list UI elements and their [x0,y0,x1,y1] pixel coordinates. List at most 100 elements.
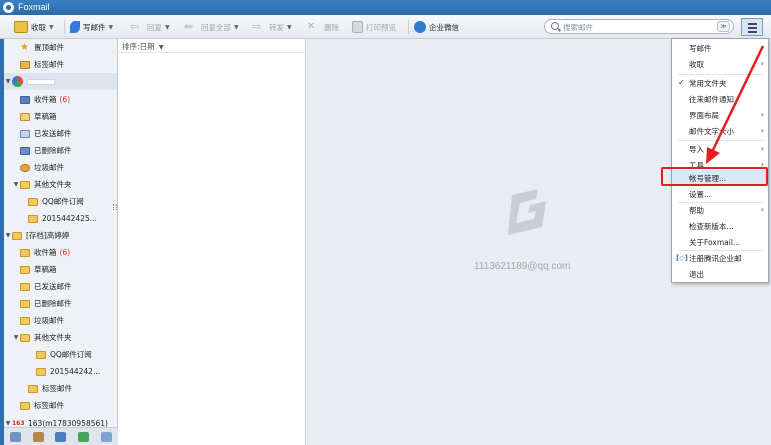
reply-label: 回复 [147,22,162,32]
menu-item-label: 收取 [689,59,704,69]
foxmail-watermark-icon [508,189,546,235]
folder-icon [20,333,30,342]
search-icon [551,22,559,30]
sidebar-item-tagged[interactable]: 标签邮件 [4,56,117,73]
sidebar-item-label: 标签邮件 [34,401,64,410]
chevron-right-icon: › [760,126,764,135]
sidebar-item-archive-spam[interactable]: 垃圾邮件 [4,312,117,329]
feed-icon[interactable] [101,431,113,442]
expand-icon[interactable]: ▼ [4,78,12,85]
sidebar-item-deleted[interactable]: 已删除邮件 [4,142,117,159]
window-title: Foxmail [18,2,50,12]
calendar-icon[interactable] [55,431,67,442]
compose-label: 写邮件 [83,22,106,32]
trash-icon [20,146,30,155]
sidebar-item-archive-tagged[interactable]: 标签邮件 [4,380,117,397]
reply-all-icon: ⇚ [184,20,194,33]
reply-button[interactable]: ⇦ 回复 ▼ [130,19,170,35]
main-menu-button[interactable] [741,18,763,36]
expand-icon[interactable]: ▼ [12,334,20,341]
folder-icon [28,197,38,206]
menu-item-help[interactable]: 帮助 › [672,202,768,218]
sidebar-item-163-account[interactable]: ▼ 163 163(m17830958561) [4,415,117,427]
menu-item-compose[interactable]: 写邮件 › [672,40,768,56]
search-input[interactable]: 搜索邮件 [563,22,593,33]
sidebar-item-pinned[interactable]: ★ 置顶邮件 [4,39,117,56]
delete-button[interactable]: ✕ 删除 [307,19,339,35]
sidebar-item-archive-qq-subscription[interactable]: QQ邮件订阅 [4,346,117,363]
annotation-highlight-box [661,167,768,186]
sidebar-item-tag-mail[interactable]: 标签邮件 [4,397,117,414]
sidebar-item-archive-deleted[interactable]: 已删除邮件 [4,295,117,312]
chevron-down-icon: ▼ [49,23,54,31]
sidebar-item-archive-account[interactable]: ▼ [存档]高婷婷 [4,227,117,244]
sidebar-item-label: [存档]高婷婷 [26,231,70,240]
sidebar-item-archive-drafts[interactable]: 草稿箱 [4,261,117,278]
menu-item-check-update[interactable]: 检查新版本... [672,218,768,234]
enterprise-wechat-button[interactable]: 企业微信 [414,19,459,35]
menu-item-settings[interactable]: 设置... [672,186,768,202]
notes-icon[interactable] [78,431,90,442]
divider [64,20,65,34]
sidebar-item-label: 收件箱 [34,95,57,104]
compose-button[interactable]: 写邮件 ▼ [70,19,113,35]
mail-icon[interactable] [9,431,21,442]
sort-bar[interactable]: 排序:日期 ▼ [118,39,306,53]
sidebar-item-label: 草稿箱 [34,265,57,274]
sort-label: 排序:日期 [122,42,155,51]
sidebar-item-folder-2015[interactable]: 2015442425... [4,210,117,227]
menu-item-contact-notify[interactable]: 往来邮件通知 [672,91,768,107]
sidebar-item-archive-other[interactable]: ▼ 其他文件夹 [4,329,117,346]
menu-item-layout[interactable]: 界面布局 › [672,107,768,123]
expand-icon[interactable]: ▼ [4,232,12,239]
contacts-icon[interactable] [32,431,44,442]
folder-icon [20,180,30,189]
menu-item-exit[interactable]: 退出 [672,266,768,282]
folder-icon [20,282,30,291]
foxmail-logo-icon [3,2,14,13]
search-options-button[interactable]: ≫ [717,21,730,32]
menu-item-common-folders[interactable]: ✓ 常用文件夹 [672,75,768,91]
menu-item-receive[interactable]: 收取 › [672,56,768,72]
sidebar-item-label: 已删除邮件 [34,299,72,308]
title-bar: Foxmail [0,0,771,15]
search-box[interactable]: 搜索邮件 ≫ [544,19,734,34]
sidebar-item-drafts[interactable]: 草稿箱 [4,108,117,125]
receive-button[interactable]: 收取 ▼ [14,19,54,35]
sidebar-item-label: 2015442425... [42,214,97,223]
star-icon: ★ [20,41,29,53]
expand-icon[interactable]: ▼ [4,420,12,427]
reply-all-button[interactable]: ⇚ 回复全部 ▼ [184,19,239,35]
menu-item-register-enterprise[interactable]: [◇] 注册腾讯企业邮 [672,250,768,266]
chevron-right-icon: › [760,110,764,119]
reply-all-label: 回复全部 [201,22,231,32]
sidebar-item-label: 其他文件夹 [34,333,72,342]
sidebar-item-spam[interactable]: 垃圾邮件 [4,159,117,176]
reply-icon: ⇦ [130,20,140,33]
account-header[interactable]: ▼ [4,73,117,90]
sidebar-item-label: 收件箱 [34,248,57,257]
menu-item-label: 邮件文字大小 [689,126,734,136]
expand-icon[interactable]: ▼ [12,181,20,188]
menu-item-label: 常用文件夹 [689,78,727,88]
folder-sidebar: ★ 置顶邮件 标签邮件 ▼ 收件箱 (6) 草稿箱 已发送邮件 已删除邮件 垃圾… [4,39,118,427]
sidebar-item-label: 163(m17830958561) [28,419,108,427]
sidebar-item-archive-inbox[interactable]: 收件箱 (6) [4,244,117,261]
forward-button[interactable]: ⇨ 转发 ▼ [252,19,292,35]
sidebar-item-archive-folder-2015[interactable]: 201544242... [4,363,117,380]
menu-item-font-size[interactable]: 邮件文字大小 › [672,123,768,139]
menu-item-label: 界面布局 [689,110,719,120]
sidebar-item-other-folders[interactable]: ▼ 其他文件夹 [4,176,117,193]
splitter-handle[interactable] [113,204,117,210]
print-preview-button[interactable]: 打印预览 [352,19,396,35]
sidebar-item-archive-sent[interactable]: 已发送邮件 [4,278,117,295]
sidebar-item-inbox[interactable]: 收件箱 (6) [4,91,117,108]
menu-item-import[interactable]: 导入 › [672,141,768,157]
menu-item-about[interactable]: 关于Foxmail... [672,234,768,250]
sidebar-item-label: 已发送邮件 [34,129,72,138]
sidebar-item-sent[interactable]: 已发送邮件 [4,125,117,142]
folder-icon [12,231,22,240]
menu-item-label: 注册腾讯企业邮 [689,253,742,263]
inbox-icon [20,95,30,104]
sidebar-item-qq-subscription[interactable]: QQ邮件订阅 [4,193,117,210]
